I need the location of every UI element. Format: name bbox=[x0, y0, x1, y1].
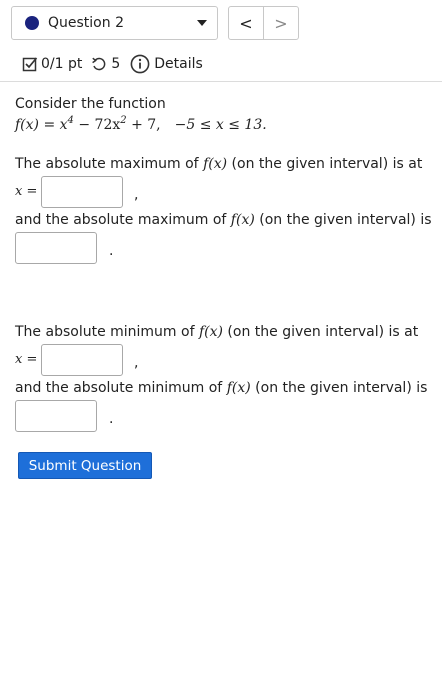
abs-min-at-post: (on the given interval) is at bbox=[222, 324, 419, 340]
details-label: Details bbox=[154, 56, 203, 72]
question-meta: 0/1 pt 5 Details bbox=[22, 53, 203, 75]
next-question-button[interactable]: > bbox=[263, 7, 298, 39]
abs-max-at-pre: The absolute maximum of bbox=[15, 156, 204, 172]
attempts-item: 5 bbox=[91, 56, 120, 72]
question-status-dot-icon bbox=[25, 16, 39, 30]
abs-min-value-pre: and the absolute minimum of bbox=[15, 380, 227, 396]
period: . bbox=[109, 411, 114, 427]
retry-icon bbox=[92, 57, 106, 71]
checkbox-icon bbox=[22, 57, 38, 72]
fx-label: f(x) bbox=[198, 324, 223, 340]
header-divider bbox=[0, 81, 442, 82]
abs-min-at-text: The absolute minimum of f(x) (on the giv… bbox=[15, 323, 418, 341]
comma: , bbox=[134, 355, 139, 371]
score-text: 0/1 pt bbox=[41, 56, 83, 72]
abs-min-value-post: (on the given interval) is bbox=[250, 380, 428, 396]
function-interval: −5 ≤ x ≤ 13. bbox=[174, 117, 267, 133]
max-x-input[interactable] bbox=[41, 176, 123, 208]
chevron-right-icon: > bbox=[274, 13, 288, 33]
fx-label: f(x) bbox=[203, 156, 228, 172]
question-label: Question 2 bbox=[48, 15, 124, 31]
abs-max-value-text: and the absolute maximum of f(x) (on the… bbox=[15, 211, 432, 229]
score-item: 0/1 pt bbox=[22, 56, 82, 72]
function-definition: f(x) = x4 − 72x2 + 7, −5 ≤ x ≤ 13. bbox=[15, 116, 267, 134]
abs-max-at-text: The absolute maximum of f(x) (on the giv… bbox=[15, 155, 422, 173]
submit-question-button[interactable]: Submit Question bbox=[18, 452, 152, 479]
abs-max-value-pre: and the absolute maximum of bbox=[15, 212, 231, 228]
fx-label: f(x) bbox=[226, 380, 251, 396]
info-icon bbox=[130, 54, 150, 74]
dropdown-caret-icon bbox=[197, 20, 207, 26]
prev-question-button[interactable]: < bbox=[229, 7, 263, 39]
attempts-count: 5 bbox=[111, 56, 121, 72]
comma: , bbox=[134, 187, 139, 203]
abs-min-value-text: and the absolute minimum of f(x) (on the… bbox=[15, 379, 427, 397]
fx-label: f(x) bbox=[230, 212, 255, 228]
details-toggle[interactable]: Details bbox=[130, 54, 203, 74]
function-mid: − 72x bbox=[73, 117, 121, 133]
abs-max-value-post: (on the given interval) is bbox=[254, 212, 432, 228]
chevron-left-icon: < bbox=[239, 13, 253, 33]
period: . bbox=[109, 243, 114, 259]
x-eq-label: x = bbox=[15, 352, 38, 367]
x-eq-label: x = bbox=[15, 184, 38, 199]
function-lhs: f(x) = x bbox=[15, 117, 68, 133]
abs-min-at-pre: The absolute minimum of bbox=[15, 324, 199, 340]
max-value-input[interactable] bbox=[15, 232, 97, 264]
min-x-input[interactable] bbox=[41, 344, 123, 376]
abs-max-at-post: (on the given interval) is at bbox=[227, 156, 423, 172]
question-selector[interactable]: Question 2 bbox=[11, 6, 218, 40]
min-value-input[interactable] bbox=[15, 400, 97, 432]
question-nav: < > bbox=[228, 6, 299, 40]
function-rhs: + 7, bbox=[126, 117, 161, 133]
question-intro: Consider the function bbox=[15, 96, 166, 112]
